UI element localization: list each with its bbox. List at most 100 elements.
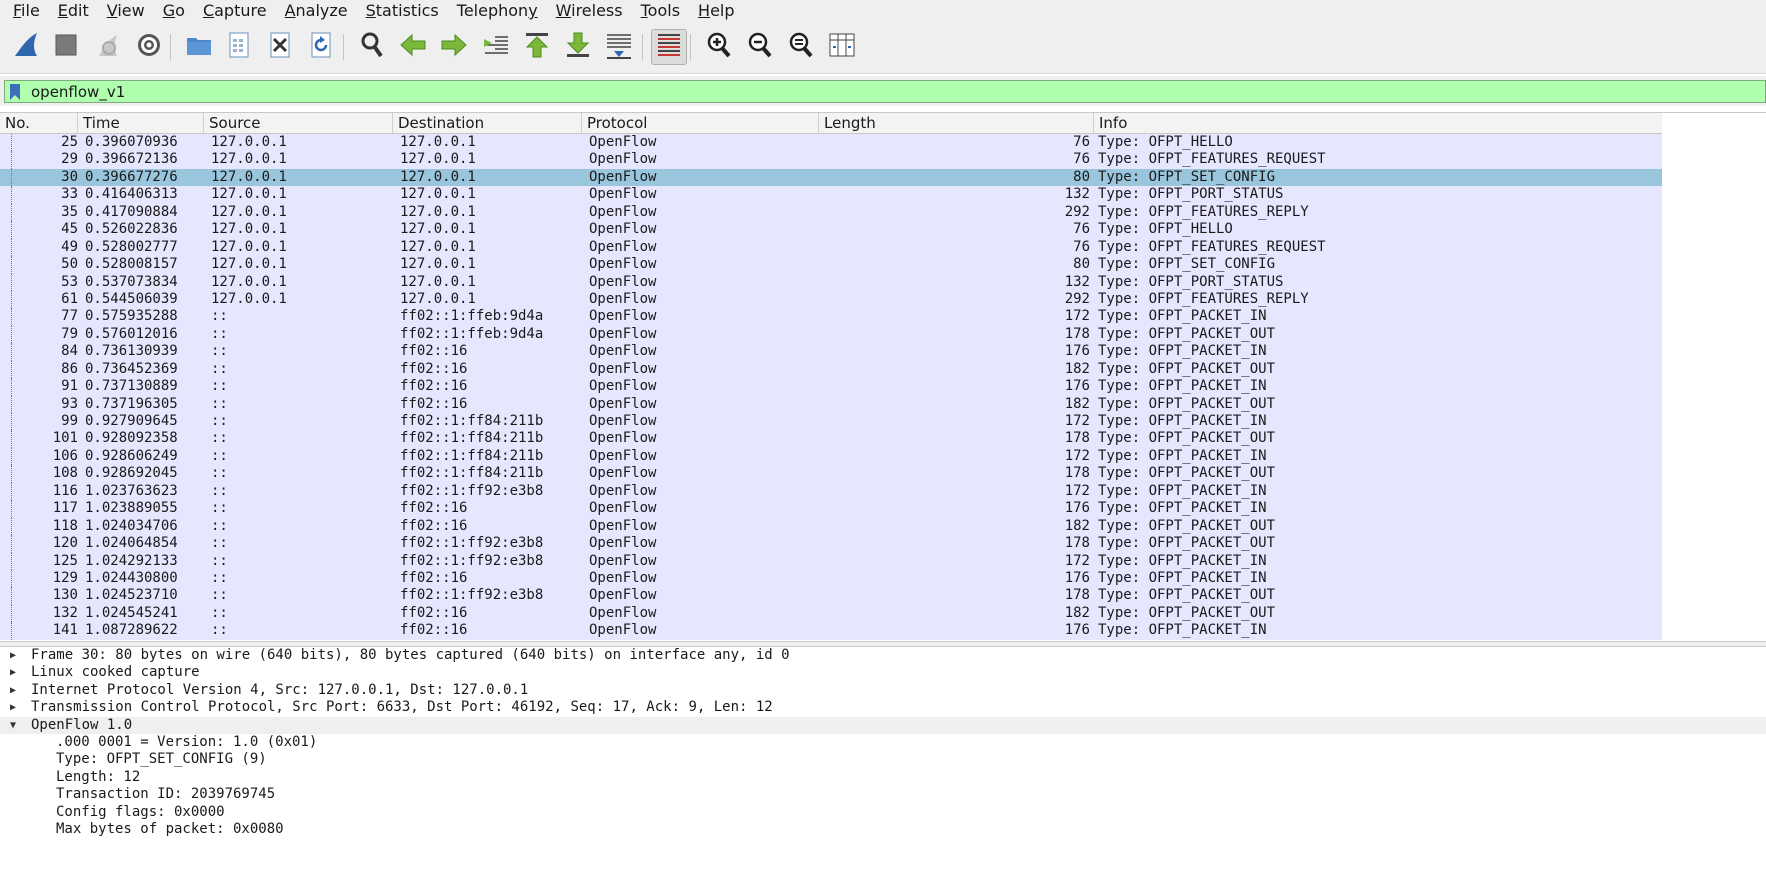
packet-destination: ff02::16 bbox=[400, 343, 468, 360]
detail-text: Frame 30: 80 bytes on wire (640 bits), 8… bbox=[31, 647, 790, 663]
go-to-packet-button[interactable] bbox=[478, 29, 514, 65]
find-packet-button[interactable] bbox=[354, 29, 390, 65]
colorize-button[interactable] bbox=[651, 29, 687, 65]
expanded-arrow-icon[interactable]: ▼ bbox=[10, 717, 22, 734]
packet-time: 0.396672136 bbox=[85, 151, 178, 168]
column-header-time[interactable]: Time bbox=[78, 113, 204, 134]
detail-tree-item[interactable]: ▶ Linux cooked capture bbox=[0, 664, 1766, 681]
packet-time: 1.024292133 bbox=[85, 552, 178, 569]
table-row[interactable]: 35 0.417090884 127.0.0.1 127.0.0.1 OpenFlow 2… bbox=[0, 203, 1662, 222]
first-packet-button[interactable] bbox=[519, 29, 555, 65]
detail-tree-item[interactable]: ▼ OpenFlow 1.0 bbox=[0, 716, 1766, 734]
table-row[interactable]: 99 0.927909645:: ff02::1:ff84:211b OpenFlow… bbox=[0, 413, 1662, 431]
first-packet-icon bbox=[522, 30, 552, 64]
collapsed-arrow-icon[interactable]: ▶ bbox=[10, 699, 22, 716]
detail-field[interactable]: Transaction ID: 2039769745 bbox=[0, 786, 1766, 803]
table-row[interactable]: 53 0.537073834 127.0.0.1 127.0.0.1 OpenFlow 1… bbox=[0, 273, 1662, 291]
restart-button[interactable] bbox=[90, 29, 126, 65]
table-row[interactable]: 25 0.396070936 127.0.0.1 127.0.0.1 OpenFlow 7… bbox=[0, 134, 1662, 152]
table-row[interactable]: 141 1.087289622:: ff02::16 OpenFlow 176 Type:… bbox=[0, 622, 1662, 640]
menu-view[interactable]: View bbox=[98, 0, 154, 22]
zoom-in-button[interactable] bbox=[701, 29, 737, 65]
menu-go[interactable]: Go bbox=[154, 0, 194, 22]
save-file-button[interactable] bbox=[221, 29, 257, 65]
last-packet-button[interactable] bbox=[560, 29, 596, 65]
close-file-button[interactable] bbox=[262, 29, 298, 65]
collapsed-arrow-icon[interactable]: ▶ bbox=[10, 647, 22, 664]
table-row[interactable]: 116 1.023763623:: ff02::1:ff92:e3b8 OpenFlo… bbox=[0, 482, 1662, 501]
go-back-button[interactable] bbox=[395, 29, 431, 65]
collapsed-arrow-icon[interactable]: ▶ bbox=[10, 664, 22, 681]
menu-capture[interactable]: Capture bbox=[194, 0, 276, 22]
table-row[interactable]: 108 0.928692045:: ff02::1:ff84:211b OpenFlo… bbox=[0, 465, 1662, 483]
packet-length: 292 bbox=[1064, 203, 1090, 220]
column-header-destination[interactable]: Destination bbox=[393, 113, 582, 134]
shark-fin-start-button[interactable] bbox=[8, 29, 44, 65]
open-file-button[interactable] bbox=[181, 29, 217, 65]
table-row[interactable]: 120 1.024064854:: ff02::1:ff92:e3b8 OpenFlo… bbox=[0, 535, 1662, 553]
table-row[interactable]: 49 0.528002777 127.0.0.1 127.0.0.1 OpenFlow 7… bbox=[0, 238, 1662, 257]
go-back-icon bbox=[398, 30, 428, 64]
packet-list[interactable]: No. Time Source Destination Protocol Len… bbox=[0, 112, 1766, 640]
column-header-info[interactable]: Info bbox=[1094, 113, 1662, 134]
reload-button[interactable] bbox=[303, 29, 339, 65]
table-row[interactable]: 132 1.024545241:: ff02::16 OpenFlow 182 Type:… bbox=[0, 604, 1662, 623]
table-row[interactable]: 45 0.526022836 127.0.0.1 127.0.0.1 OpenFlow 7… bbox=[0, 221, 1662, 239]
resize-columns-button[interactable] bbox=[824, 29, 860, 65]
menu-analyze[interactable]: Analyze bbox=[276, 0, 357, 22]
table-row[interactable]: 129 1.024430800:: ff02::16 OpenFlow 176 Type:… bbox=[0, 569, 1662, 588]
menu-edit[interactable]: Edit bbox=[49, 0, 98, 22]
detail-tree-item[interactable]: ▶ Frame 30: 80 bytes on wire (640 bits), … bbox=[0, 647, 1766, 664]
menu-telephony[interactable]: Telephony bbox=[448, 0, 547, 22]
table-row[interactable]: 33 0.416406313 127.0.0.1 127.0.0.1 OpenFlow 1… bbox=[0, 186, 1662, 204]
table-row[interactable]: 91 0.737130889:: ff02::16 OpenFlow 176 Type: … bbox=[0, 378, 1662, 396]
table-row-selected[interactable]: 30 0.396677276 127.0.0.1 127.0.0.1 OpenFlow 8… bbox=[0, 168, 1662, 187]
packet-source: 127.0.0.1 bbox=[211, 168, 287, 185]
table-row[interactable]: 61 0.544506039 127.0.0.1 127.0.0.1 OpenFlow 2… bbox=[0, 290, 1662, 309]
normal-size-button[interactable] bbox=[783, 29, 819, 65]
packet-details-pane[interactable]: ▶ Frame 30: 80 bytes on wire (640 bits), … bbox=[0, 647, 1766, 882]
table-row[interactable]: 101 0.928092358:: ff02::1:ff84:211b OpenFlo… bbox=[0, 430, 1662, 448]
detail-field[interactable]: .000 0001 = Version: 1.0 (0x01) bbox=[0, 734, 1766, 751]
table-row[interactable]: 79 0.576012016:: ff02::1:ffeb:9d4a OpenFlow… bbox=[0, 325, 1662, 344]
detail-field[interactable]: Max bytes of packet: 0x0080 bbox=[0, 821, 1766, 838]
menu-statistics[interactable]: Statistics bbox=[357, 0, 448, 22]
table-row[interactable]: 117 1.023889055:: ff02::16 OpenFlow 176 Type:… bbox=[0, 500, 1662, 518]
display-filter-input[interactable]: openflow_v1 bbox=[4, 80, 1766, 103]
filter-bookmark-icon[interactable] bbox=[5, 81, 25, 102]
stop-button[interactable] bbox=[48, 29, 84, 65]
table-row[interactable]: 29 0.396672136 127.0.0.1 127.0.0.1 OpenFlow 7… bbox=[0, 151, 1662, 169]
packet-source: 127.0.0.1 bbox=[211, 273, 287, 290]
menu-wireless[interactable]: Wireless bbox=[547, 0, 632, 22]
table-row[interactable]: 125 1.024292133:: ff02::1:ff92:e3b8 OpenFlo… bbox=[0, 552, 1662, 570]
column-header-length[interactable]: Length bbox=[819, 113, 1094, 134]
detail-tree-item[interactable]: ▶ Transmission Control Protocol, Src Port… bbox=[0, 699, 1766, 716]
table-row[interactable]: 84 0.736130939:: ff02::16 OpenFlow 176 Type: … bbox=[0, 343, 1662, 361]
go-forward-button[interactable] bbox=[436, 29, 472, 65]
detail-field[interactable]: Config flags: 0x0000 bbox=[0, 804, 1766, 821]
table-row[interactable]: 86 0.736452369:: ff02::16 OpenFlow 182 Type: … bbox=[0, 360, 1662, 379]
autoscroll-button[interactable] bbox=[601, 29, 637, 65]
capture-options-button[interactable] bbox=[131, 29, 167, 65]
packet-info: Type: OFPT_PACKET_IN bbox=[1098, 343, 1267, 360]
menu-help[interactable]: Help bbox=[689, 0, 743, 22]
menu-tools[interactable]: Tools bbox=[632, 0, 689, 22]
zoom-out-button[interactable] bbox=[742, 29, 778, 65]
table-row[interactable]: 50 0.528008157 127.0.0.1 127.0.0.1 OpenFlow 8… bbox=[0, 256, 1662, 274]
table-row[interactable]: 77 0.575935288:: ff02::1:ffeb:9d4a OpenFlow… bbox=[0, 308, 1662, 326]
table-row[interactable]: 93 0.737196305:: ff02::16 OpenFlow 182 Type: … bbox=[0, 395, 1662, 413]
column-header-no[interactable]: No. bbox=[0, 113, 78, 134]
detail-field[interactable]: Length: 12 bbox=[0, 769, 1766, 786]
detail-text: Max bytes of packet: 0x0080 bbox=[56, 820, 284, 837]
column-header-protocol[interactable]: Protocol bbox=[582, 113, 819, 134]
detail-tree-item[interactable]: ▶ Internet Protocol Version 4, Src: 127.0… bbox=[0, 682, 1766, 699]
table-row[interactable]: 118 1.024034706:: ff02::16 OpenFlow 182 Type:… bbox=[0, 517, 1662, 536]
column-header-source[interactable]: Source bbox=[204, 113, 393, 134]
collapsed-arrow-icon[interactable]: ▶ bbox=[10, 682, 22, 699]
detail-field[interactable]: Type: OFPT_SET_CONFIG (9) bbox=[0, 751, 1766, 768]
packet-info: Type: OFPT_PACKET_IN bbox=[1098, 447, 1267, 464]
table-row[interactable]: 130 1.024523710:: ff02::1:ff92:e3b8 OpenFlo… bbox=[0, 587, 1662, 605]
packet-no: 30 bbox=[61, 168, 78, 185]
menu-file[interactable]: File bbox=[4, 0, 49, 22]
table-row[interactable]: 106 0.928606249:: ff02::1:ff84:211b OpenFlo… bbox=[0, 447, 1662, 466]
